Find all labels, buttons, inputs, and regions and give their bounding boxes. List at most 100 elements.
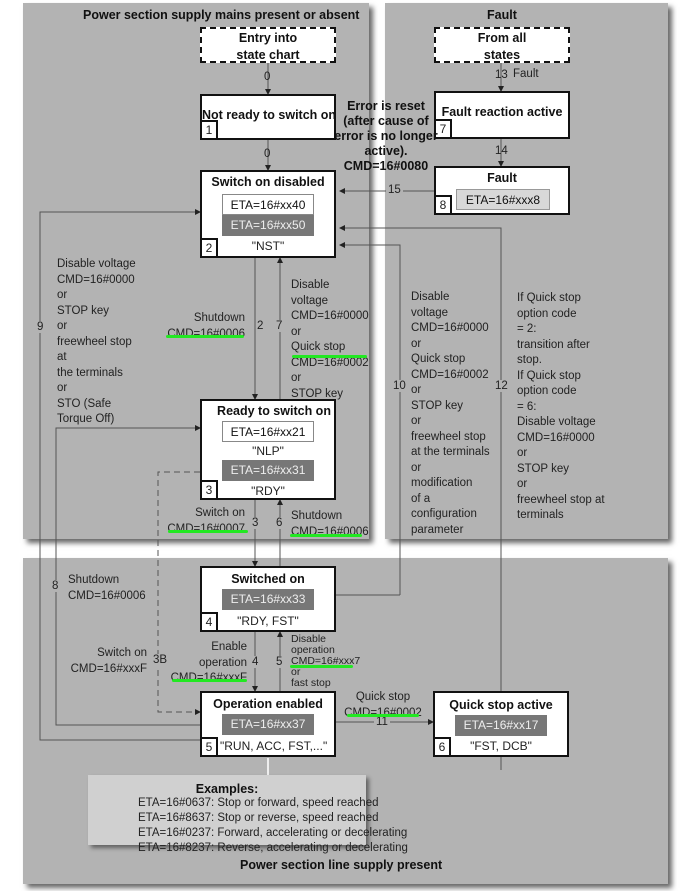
transition-3: 3 (252, 517, 259, 529)
state-quick-stop-active[interactable]: Quick stop active ETA=16#xx17 "FST, DCB"… (433, 691, 569, 757)
label-t9: Disable voltage CMD=16#0000 or STOP key … (57, 257, 136, 428)
label-line: operation (199, 656, 247, 669)
highlight-t6 (290, 534, 362, 537)
label-t5: Disable operation CMD=16#xxx7 or fast st… (291, 634, 360, 689)
state-code: "RDY" (251, 484, 285, 498)
state-fault[interactable]: Fault ETA=16#xxx8 8 (434, 166, 570, 215)
state-code: "NST" (251, 239, 285, 253)
label-line: or (411, 415, 422, 427)
label-line: STOP key (517, 462, 569, 475)
examples-box: Examples: ETA=16#0637: Stop or forward, … (88, 775, 408, 854)
label-line: If Quick stop (517, 292, 581, 304)
label-line: Quick stop (355, 691, 411, 703)
transition-2: 2 (257, 320, 264, 332)
label-line: freewheel stop (411, 430, 486, 443)
label-line: or (411, 337, 422, 350)
from-all-line2: states (483, 48, 521, 62)
label-line: of a (411, 492, 431, 505)
eta-value: ETA=16#xx21 (222, 421, 314, 442)
label-line: Disable voltage (517, 416, 596, 428)
transition-13-fault-label: Fault (513, 68, 539, 80)
label-line: Switch on (97, 647, 147, 659)
transition-12: 12 (495, 380, 508, 392)
state-code: "RDY, FST" (237, 614, 299, 628)
state-title: Fault reaction active (441, 105, 563, 119)
transition-9: 9 (37, 321, 44, 333)
example-row: ETA=16#8237: Reverse, accelerating or de… (138, 842, 408, 854)
state-number: 2 (202, 238, 218, 256)
transition-5: 5 (276, 656, 283, 668)
label-line: configuration (411, 508, 477, 520)
state-title: Quick stop active (449, 698, 553, 712)
state-number: 4 (202, 612, 218, 630)
eta-value: ETA=16#xxx8 (456, 189, 550, 210)
label-line: CMD=16#0080 (343, 159, 429, 173)
label-line: CMD=16#xxxF (70, 662, 147, 675)
transition-7: 7 (276, 320, 283, 332)
state-title: Switch on disabled (211, 175, 325, 189)
label-line: at (57, 351, 67, 363)
from-all-states: From all states (434, 27, 570, 63)
label-line: freewheel stop (57, 335, 132, 348)
from-all-line1: From all (477, 31, 527, 45)
label-line: modification (411, 477, 473, 489)
state-title: Switched on (231, 572, 305, 586)
label-line: voltage (411, 306, 449, 319)
label-line: Quick stop (291, 341, 346, 353)
label-t12: If Quick stop option code = 2: transitio… (517, 291, 605, 524)
transition-15: 15 (386, 184, 403, 196)
label-line: Disable (291, 279, 330, 291)
state-not-ready-to-switch-on[interactable]: Not ready to switch on 1 (200, 94, 336, 140)
label-line: or (57, 289, 68, 301)
label-line: or (411, 384, 422, 396)
state-code: "FST, DCB" (470, 739, 532, 753)
state-number: 5 (202, 737, 218, 755)
label-line: stop. (517, 354, 542, 366)
label-t8: Shutdown CMD=16#0006 (68, 573, 146, 604)
example-row: ETA=16#0637: Stop or forward, speed reac… (138, 797, 379, 809)
label-line: Torque Off) (57, 413, 115, 425)
label-line: CMD=16#0000 (57, 273, 135, 286)
label-line: (after cause of (343, 114, 429, 128)
state-fault-reaction-active[interactable]: Fault reaction active 7 (434, 91, 570, 139)
highlight-t4 (172, 679, 247, 682)
label-line: option code (517, 385, 577, 397)
label-t7: Disable voltage CMD=16#0000 or Quick sto… (291, 278, 369, 402)
state-ready-to-switch-on[interactable]: Ready to switch on ETA=16#xx21 "NLP" ETA… (200, 399, 336, 500)
eta-value: ETA=16#xx50 (222, 215, 314, 236)
label-line: or (291, 372, 302, 384)
label-line: Shutdown (193, 312, 245, 324)
label-line: or (517, 447, 528, 459)
highlight-t2 (166, 335, 244, 338)
highlight-t5 (290, 665, 353, 668)
label-line: Enable (211, 641, 247, 653)
state-switched-on[interactable]: Switched on ETA=16#xx33 "RDY, FST" 4 (200, 566, 336, 632)
label-line: voltage (291, 294, 329, 307)
label-line: CMD=16#0000 (517, 431, 595, 444)
label-line: option code (517, 307, 577, 320)
examples-title: Examples: (195, 782, 259, 796)
label-line: CMD=16#0002 (411, 368, 489, 381)
highlight-t7 (292, 355, 367, 358)
label-t10: Disable voltage CMD=16#0000 or Quick sto… (411, 290, 490, 538)
label-line: STO (Safe (57, 397, 112, 410)
label-line: Disable voltage (57, 258, 136, 270)
label-line: fast stop (291, 677, 331, 689)
transition-8: 8 (52, 580, 59, 592)
transition-0a: 0 (264, 71, 271, 83)
label-line: the terminals (57, 366, 123, 379)
label-line: CMD=16#0006 (68, 589, 146, 602)
label-line: or (517, 478, 528, 490)
state-operation-enabled[interactable]: Operation enabled ETA=16#xx37 "RUN, ACC,… (200, 691, 336, 757)
label-line: CMD=16#0000 (291, 310, 369, 322)
label-line: or (57, 320, 68, 332)
transition-13: 13 (495, 69, 508, 81)
label-line: = 6: (517, 400, 537, 413)
label-line: Shutdown (68, 574, 120, 586)
label-line: or (411, 461, 422, 474)
label-line: terminals (517, 509, 564, 521)
label-line: freewheel stop at (517, 493, 605, 506)
state-switch-on-disabled[interactable]: Switch on disabled ETA=16#xx40 ETA=16#xx… (200, 170, 336, 258)
state-code: "NLP" (252, 444, 284, 458)
label-line: Disable (411, 291, 450, 303)
